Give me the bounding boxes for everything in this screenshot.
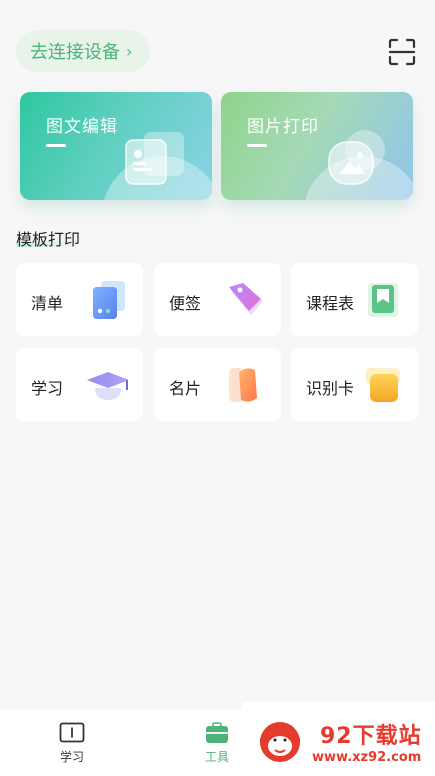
watermark-url: www.xz92.com <box>312 750 422 765</box>
bookmark-icon <box>368 283 398 317</box>
template-tile-sticky-note[interactable]: 便签 <box>154 263 281 336</box>
template-tile-business-card[interactable]: 名片 <box>154 348 281 421</box>
template-label: 名片 <box>169 379 202 398</box>
hero-card-label: 图文编辑 <box>46 117 118 137</box>
watermark: 92下载站 www.xz92.com <box>242 702 435 776</box>
hero-dash <box>247 144 267 147</box>
template-label: 便签 <box>169 294 202 313</box>
connect-device-label: 去连接设备 <box>30 42 120 63</box>
tag-icon <box>229 283 263 315</box>
template-tile-study[interactable]: 学习 <box>16 348 143 421</box>
hero-card-text-edit[interactable]: 图文编辑 <box>20 92 212 200</box>
toolbox-icon <box>206 722 228 743</box>
template-label: 识别卡 <box>306 379 355 398</box>
id-card-icon <box>366 368 400 402</box>
connect-device-button[interactable]: 去连接设备 › <box>16 30 151 72</box>
template-label: 学习 <box>31 379 64 398</box>
template-tile-timetable[interactable]: 课程表 <box>291 263 418 336</box>
image-icon <box>328 130 385 185</box>
study-icon <box>59 722 85 743</box>
photo-card-icon <box>125 132 184 185</box>
chevron-right-icon: › <box>126 41 133 61</box>
scan-icon[interactable] <box>388 38 416 66</box>
template-label: 清单 <box>31 294 64 313</box>
nav-tab-label: 工具 <box>204 750 229 764</box>
nav-tab-label: 学习 <box>59 750 84 764</box>
hero-card-image-print[interactable]: 图片打印 <box>221 92 413 200</box>
checklist-icon <box>93 281 125 319</box>
nav-tab-tools[interactable]: 工具 <box>187 722 247 765</box>
watermark-title: 92下载站 <box>320 724 422 749</box>
nav-tab-study[interactable]: 学习 <box>42 722 102 765</box>
template-label: 课程表 <box>306 294 355 313</box>
monkey-logo-icon <box>260 722 300 762</box>
template-tile-checklist[interactable]: 清单 <box>16 263 143 336</box>
hero-dash <box>46 144 66 147</box>
graduation-cap-icon <box>87 372 129 400</box>
card-icon <box>229 368 257 402</box>
template-tile-id-card[interactable]: 识别卡 <box>291 348 418 421</box>
hero-card-label: 图片打印 <box>247 117 319 137</box>
section-title: 模板打印 <box>16 230 81 249</box>
